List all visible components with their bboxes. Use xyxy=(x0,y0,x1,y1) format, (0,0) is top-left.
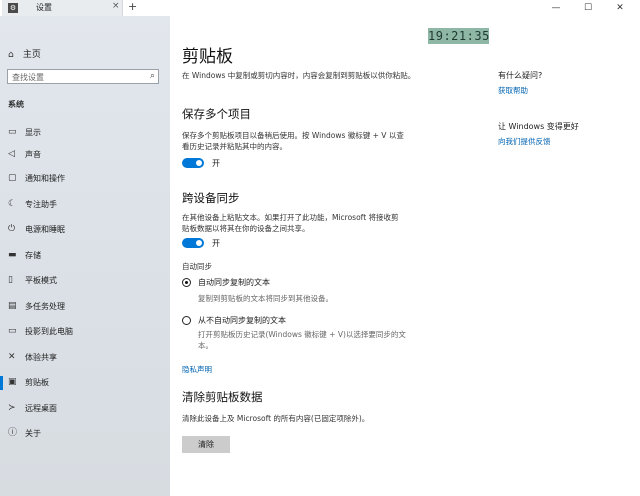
home-icon: ⌂ xyxy=(8,50,14,60)
history-toggle-label: 开 xyxy=(212,159,220,168)
privacy-link[interactable]: 隐私声明 xyxy=(182,364,212,375)
sidebar-item-shared-experiences[interactable]: ✕ 体验共享 xyxy=(0,349,170,367)
sidebar-item-focus-assist[interactable]: ☾ 专注助手 xyxy=(0,196,170,214)
sidebar-item-label: 声音 xyxy=(25,150,41,159)
radio-auto-sync-label[interactable]: 自动同步复制的文本 xyxy=(198,277,270,288)
history-toggle[interactable] xyxy=(182,158,204,168)
shared-experiences-icon: ✕ xyxy=(8,352,16,362)
project-icon: ▭ xyxy=(8,326,17,336)
sidebar-item-label: 通知和操作 xyxy=(25,174,65,183)
storage-icon: ▬ xyxy=(8,250,17,260)
radio-auto-sync-desc: 复制到剪贴板的文本将同步到其他设备。 xyxy=(198,294,333,303)
remote-desktop-icon: ≻ xyxy=(8,403,16,413)
sidebar-home-label: 主页 xyxy=(22,50,41,60)
sound-icon: ◁ xyxy=(8,149,15,159)
help-heading: 有什么疑问? xyxy=(498,71,543,80)
sidebar-item-label: 剪贴板 xyxy=(25,378,49,387)
multitasking-icon: ▤ xyxy=(8,301,17,311)
toggle-knob xyxy=(196,160,202,166)
tab-settings[interactable]: ⚙ 设置 × xyxy=(2,0,123,16)
close-tab-icon[interactable]: × xyxy=(112,1,120,11)
history-heading: 保存多个项目 xyxy=(182,107,251,121)
sync-desc-line2: 贴板数据以将其在你的设备之间共享。 xyxy=(182,224,310,233)
sidebar-item-label: 电源和睡眠 xyxy=(25,225,65,234)
sidebar: ⌂ 主页 查找设置 ⌕ 系统 ▭ 显示 ◁ 声音 ▢ 通知和操作 ☾ 专注助手 xyxy=(0,16,170,496)
title-bar: ⚙ 设置 × + — ☐ ✕ xyxy=(0,0,640,16)
sidebar-item-label: 显示 xyxy=(25,128,41,137)
clear-desc: 清除此设备上及 Microsoft 的所有内容(已固定项除外)。 xyxy=(182,414,370,423)
sidebar-item-label: 存储 xyxy=(25,251,41,260)
main-content: 19:21:35 剪贴板 在 Windows 中复制或剪切内容时，内容会复制到剪… xyxy=(170,16,640,496)
sidebar-item-label: 专注助手 xyxy=(25,200,57,209)
radio-auto-sync[interactable] xyxy=(182,278,191,287)
search-input[interactable]: 查找设置 ⌕ xyxy=(7,69,159,84)
radio-never-sync-label[interactable]: 从不自动同步复制的文本 xyxy=(198,315,286,326)
sync-heading: 跨设备同步 xyxy=(182,191,240,205)
tablet-mode-icon: ▯ xyxy=(8,275,13,285)
power-icon: ⏻ xyxy=(8,224,16,234)
active-indicator xyxy=(0,376,3,390)
sync-toggle-label: 开 xyxy=(212,239,220,248)
search-icon[interactable]: ⌕ xyxy=(150,71,155,81)
sidebar-item-project[interactable]: ▭ 投影到此电脑 xyxy=(0,323,170,341)
sidebar-item-clipboard[interactable]: ▣ 剪贴板 xyxy=(0,374,170,392)
sidebar-home[interactable]: ⌂ 主页 xyxy=(8,47,41,60)
sidebar-item-display[interactable]: ▭ 显示 xyxy=(0,124,170,142)
history-desc-line2: 看历史记录并粘贴其中的内容。 xyxy=(182,142,287,151)
maximize-button[interactable]: ☐ xyxy=(576,0,600,16)
page-title: 剪贴板 xyxy=(182,47,233,67)
about-icon: ⓘ xyxy=(8,428,18,438)
intro-text: 在 Windows 中复制或剪切内容时，内容会复制到剪贴板以供你粘贴。 xyxy=(182,71,416,80)
feedback-heading: 让 Windows 变得更好 xyxy=(498,122,579,131)
new-tab-button[interactable]: + xyxy=(128,0,137,13)
radio-never-sync-desc-line1: 打开剪贴板历史记录(Windows 徽标键 + V)以选择要同步的文 xyxy=(198,330,406,339)
sidebar-item-label: 关于 xyxy=(25,429,41,438)
sidebar-item-power[interactable]: ⏻ 电源和睡眠 xyxy=(0,221,170,239)
display-icon: ▭ xyxy=(8,127,17,137)
radio-never-sync-desc-line2: 本。 xyxy=(198,341,213,350)
sidebar-item-tablet-mode[interactable]: ▯ 平板模式 xyxy=(0,272,170,290)
sidebar-item-label: 体验共享 xyxy=(25,353,57,362)
history-desc-line1: 保存多个剪贴板项目以备稍后使用。按 Windows 徽标键 + V 以查 xyxy=(182,131,404,140)
tab-title: 设置 xyxy=(36,3,52,12)
sidebar-item-label: 投影到此电脑 xyxy=(25,327,73,336)
sidebar-item-label: 远程桌面 xyxy=(25,404,57,413)
settings-window: ⚙ 设置 × + — ☐ ✕ ⌂ 主页 查找设置 ⌕ 系统 ▭ 显示 ◁ 声音 xyxy=(0,0,640,496)
give-feedback-link[interactable]: 向我们提供反馈 xyxy=(498,136,551,147)
settings-app-icon: ⚙ xyxy=(8,3,18,13)
radio-never-sync[interactable] xyxy=(182,316,191,325)
search-placeholder: 查找设置 xyxy=(12,73,44,82)
clear-button[interactable]: 清除 xyxy=(182,436,230,453)
minimize-button[interactable]: — xyxy=(544,0,568,16)
toggle-knob xyxy=(196,240,202,246)
sidebar-item-remote-desktop[interactable]: ≻ 远程桌面 xyxy=(0,400,170,418)
get-help-link[interactable]: 获取帮助 xyxy=(498,85,528,96)
sidebar-section-title: 系统 xyxy=(8,100,24,109)
close-button[interactable]: ✕ xyxy=(608,0,632,16)
sidebar-item-sound[interactable]: ◁ 声音 xyxy=(0,146,170,164)
sidebar-item-notifications[interactable]: ▢ 通知和操作 xyxy=(0,170,170,188)
sidebar-item-label: 平板模式 xyxy=(25,276,57,285)
sync-desc-line1: 在其他设备上粘贴文本。如果打开了此功能，Microsoft 将接收剪 xyxy=(182,213,399,222)
clipboard-icon: ▣ xyxy=(8,377,17,387)
notifications-icon: ▢ xyxy=(8,173,17,183)
sidebar-item-about[interactable]: ⓘ 关于 xyxy=(0,425,170,443)
clock-readout: 19:21:35 xyxy=(428,28,490,44)
sidebar-item-storage[interactable]: ▬ 存储 xyxy=(0,247,170,265)
sidebar-item-multitasking[interactable]: ▤ 多任务处理 xyxy=(0,298,170,316)
sidebar-item-label: 多任务处理 xyxy=(25,302,65,311)
clear-heading: 清除剪贴板数据 xyxy=(182,390,263,404)
auto-sync-label: 自动同步 xyxy=(182,262,212,271)
focus-assist-icon: ☾ xyxy=(8,199,17,209)
sync-toggle[interactable] xyxy=(182,238,204,248)
